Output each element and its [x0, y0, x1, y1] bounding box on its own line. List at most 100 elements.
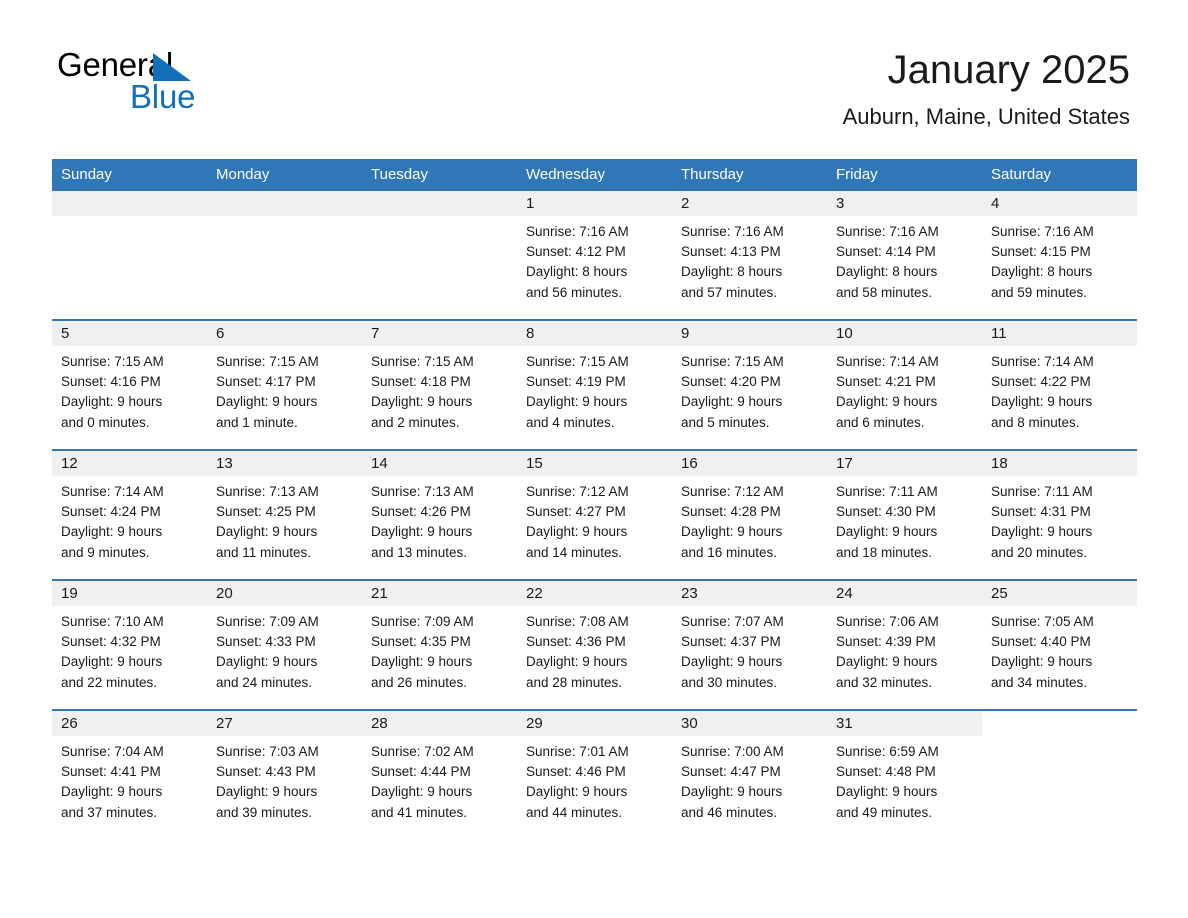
day-daylight-line: Daylight: 9 hours	[216, 654, 318, 670]
day-sunrise-line: Sunrise: 7:06 AM	[836, 614, 939, 629]
day-cell-content: 23 Sunrise: 7:07 AM Sunset: 4:37 PM Dayligh…	[672, 581, 827, 709]
day-daylight-line: Daylight: 9 hours	[61, 394, 163, 410]
day-daylight-line: and 56 minutes.	[526, 284, 623, 300]
calendar-day-cell[interactable]: 5 Sunrise: 7:15 AM Sunset: 4:16 PM Daylight…	[52, 319, 207, 450]
day-daylight-line: and 18 minutes.	[836, 544, 933, 560]
day-sun-info	[982, 736, 1137, 742]
calendar-day-cell[interactable]: 1 Sunrise: 7:16 AM Sunset: 4:12 PM Daylight…	[517, 191, 672, 320]
day-sun-info: Sunrise: 7:00 AM Sunset: 4:47 PM Daylight:…	[672, 736, 827, 823]
day-daylight-line: Daylight: 9 hours	[371, 394, 473, 410]
day-daylight-line: Daylight: 9 hours	[526, 654, 628, 670]
day-sunrise-line: Sunrise: 7:15 AM	[526, 354, 629, 369]
day-daylight-line: and 59 minutes.	[991, 284, 1088, 300]
day-cell-content	[52, 191, 207, 319]
day-daylight-line: and 2 minutes.	[371, 414, 460, 430]
calendar-day-cell[interactable]: 15 Sunrise: 7:12 AM Sunset: 4:27 PM Dayligh…	[517, 449, 672, 580]
day-sunrise-line: Sunrise: 7:03 AM	[216, 744, 319, 759]
calendar-day-cell[interactable]: 18 Sunrise: 7:11 AM Sunset: 4:31 PM Dayligh…	[982, 449, 1137, 580]
calendar-day-cell[interactable]: 4 Sunrise: 7:16 AM Sunset: 4:15 PM Daylight…	[982, 191, 1137, 320]
day-sunset-line: Sunset: 4:18 PM	[371, 374, 471, 390]
calendar-week-row: 19 Sunrise: 7:10 AM Sunset: 4:32 PM Dayligh…	[52, 579, 1137, 710]
day-cell-content: 14 Sunrise: 7:13 AM Sunset: 4:26 PM Dayligh…	[362, 451, 517, 579]
weekday-header-wednesday: Wednesday	[517, 159, 672, 191]
day-daylight-line: and 22 minutes.	[61, 674, 158, 690]
calendar-day-cell[interactable]: 14 Sunrise: 7:13 AM Sunset: 4:26 PM Dayligh…	[362, 449, 517, 580]
weekday-header-friday: Friday	[827, 159, 982, 191]
generalblue-logo: General Blue	[57, 46, 317, 118]
calendar-day-cell[interactable]: 13 Sunrise: 7:13 AM Sunset: 4:25 PM Dayligh…	[207, 449, 362, 580]
weekday-header-monday: Monday	[207, 159, 362, 191]
calendar-day-cell[interactable]: 31 Sunrise: 6:59 AM Sunset: 4:48 PM Dayligh…	[827, 709, 982, 839]
day-daylight-line: Daylight: 9 hours	[371, 784, 473, 800]
day-cell-content	[207, 191, 362, 319]
calendar-week-row: 26 Sunrise: 7:04 AM Sunset: 4:41 PM Dayligh…	[52, 709, 1137, 839]
calendar-day-cell[interactable]: 6 Sunrise: 7:15 AM Sunset: 4:17 PM Daylight…	[207, 319, 362, 450]
page-title: January 2025	[887, 48, 1130, 92]
day-cell-content: 7 Sunrise: 7:15 AM Sunset: 4:18 PM Daylight…	[362, 321, 517, 449]
calendar-day-cell[interactable]: 24 Sunrise: 7:06 AM Sunset: 4:39 PM Dayligh…	[827, 579, 982, 710]
day-daylight-line: Daylight: 9 hours	[991, 394, 1093, 410]
day-number: 6	[207, 321, 362, 346]
day-sunrise-line: Sunrise: 7:05 AM	[991, 614, 1094, 629]
day-sunset-line: Sunset: 4:27 PM	[526, 504, 626, 520]
calendar-day-cell[interactable]: 30 Sunrise: 7:00 AM Sunset: 4:47 PM Dayligh…	[672, 709, 827, 839]
day-sunrise-line: Sunrise: 7:14 AM	[991, 354, 1094, 369]
day-sunrise-line: Sunrise: 7:14 AM	[836, 354, 939, 369]
calendar-day-cell[interactable]: 27 Sunrise: 7:03 AM Sunset: 4:43 PM Dayligh…	[207, 709, 362, 839]
day-sunset-line: Sunset: 4:43 PM	[216, 764, 316, 780]
day-cell-content: 31 Sunrise: 6:59 AM Sunset: 4:48 PM Dayligh…	[827, 711, 982, 839]
day-sun-info: Sunrise: 7:09 AM Sunset: 4:35 PM Daylight:…	[362, 606, 517, 693]
calendar-day-cell[interactable]: 20 Sunrise: 7:09 AM Sunset: 4:33 PM Dayligh…	[207, 579, 362, 710]
day-number: 2	[672, 191, 827, 216]
calendar-day-cell[interactable]: 17 Sunrise: 7:11 AM Sunset: 4:30 PM Dayligh…	[827, 449, 982, 580]
calendar-day-cell[interactable]: 21 Sunrise: 7:09 AM Sunset: 4:35 PM Dayligh…	[362, 579, 517, 710]
calendar-day-cell-empty	[982, 709, 1137, 839]
day-daylight-line: and 13 minutes.	[371, 544, 468, 560]
calendar-day-cell[interactable]: 26 Sunrise: 7:04 AM Sunset: 4:41 PM Dayligh…	[52, 709, 207, 839]
day-sunset-line: Sunset: 4:40 PM	[991, 634, 1091, 650]
day-cell-content: 6 Sunrise: 7:15 AM Sunset: 4:17 PM Daylight…	[207, 321, 362, 449]
day-sunset-line: Sunset: 4:39 PM	[836, 634, 936, 650]
calendar-day-cell[interactable]: 22 Sunrise: 7:08 AM Sunset: 4:36 PM Dayligh…	[517, 579, 672, 710]
day-number: 8	[517, 321, 672, 346]
calendar-week-row: 5 Sunrise: 7:15 AM Sunset: 4:16 PM Daylight…	[52, 319, 1137, 450]
calendar-day-cell[interactable]: 16 Sunrise: 7:12 AM Sunset: 4:28 PM Dayligh…	[672, 449, 827, 580]
day-cell-content: 1 Sunrise: 7:16 AM Sunset: 4:12 PM Daylight…	[517, 191, 672, 319]
day-cell-content: 3 Sunrise: 7:16 AM Sunset: 4:14 PM Daylight…	[827, 191, 982, 319]
day-sunset-line: Sunset: 4:48 PM	[836, 764, 936, 780]
calendar-day-cell[interactable]: 23 Sunrise: 7:07 AM Sunset: 4:37 PM Dayligh…	[672, 579, 827, 710]
day-sunset-line: Sunset: 4:16 PM	[61, 374, 161, 390]
calendar-day-cell[interactable]: 28 Sunrise: 7:02 AM Sunset: 4:44 PM Dayligh…	[362, 709, 517, 839]
day-sunrise-line: Sunrise: 7:15 AM	[681, 354, 784, 369]
calendar-day-cell[interactable]: 12 Sunrise: 7:14 AM Sunset: 4:24 PM Dayligh…	[52, 449, 207, 580]
day-sunset-line: Sunset: 4:19 PM	[526, 374, 626, 390]
calendar-day-cell[interactable]: 19 Sunrise: 7:10 AM Sunset: 4:32 PM Dayligh…	[52, 579, 207, 710]
day-sunrise-line: Sunrise: 7:12 AM	[681, 484, 784, 499]
day-daylight-line: Daylight: 9 hours	[216, 394, 318, 410]
day-sunrise-line: Sunrise: 7:09 AM	[216, 614, 319, 629]
day-daylight-line: and 5 minutes.	[681, 414, 770, 430]
calendar-day-cell[interactable]: 11 Sunrise: 7:14 AM Sunset: 4:22 PM Dayligh…	[982, 319, 1137, 450]
day-sun-info: Sunrise: 7:08 AM Sunset: 4:36 PM Daylight:…	[517, 606, 672, 693]
calendar-day-cell[interactable]: 9 Sunrise: 7:15 AM Sunset: 4:20 PM Daylight…	[672, 319, 827, 450]
calendar-day-cell[interactable]: 25 Sunrise: 7:05 AM Sunset: 4:40 PM Dayligh…	[982, 579, 1137, 710]
calendar-day-cell[interactable]: 3 Sunrise: 7:16 AM Sunset: 4:14 PM Daylight…	[827, 191, 982, 320]
calendar-day-cell[interactable]: 29 Sunrise: 7:01 AM Sunset: 4:46 PM Dayligh…	[517, 709, 672, 839]
calendar-day-cell[interactable]: 7 Sunrise: 7:15 AM Sunset: 4:18 PM Daylight…	[362, 319, 517, 450]
day-daylight-line: Daylight: 9 hours	[836, 524, 938, 540]
day-number: 30	[672, 711, 827, 736]
day-number: 4	[982, 191, 1137, 216]
day-cell-content: 25 Sunrise: 7:05 AM Sunset: 4:40 PM Dayligh…	[982, 581, 1137, 709]
day-daylight-line: Daylight: 9 hours	[526, 524, 628, 540]
day-sunset-line: Sunset: 4:21 PM	[836, 374, 936, 390]
day-daylight-line: Daylight: 9 hours	[61, 654, 163, 670]
day-sun-info: Sunrise: 6:59 AM Sunset: 4:48 PM Daylight:…	[827, 736, 982, 823]
calendar-day-cell[interactable]: 10 Sunrise: 7:14 AM Sunset: 4:21 PM Dayligh…	[827, 319, 982, 450]
calendar-day-cell[interactable]: 2 Sunrise: 7:16 AM Sunset: 4:13 PM Daylight…	[672, 191, 827, 320]
day-daylight-line: and 11 minutes.	[216, 544, 312, 560]
calendar-day-cell[interactable]: 8 Sunrise: 7:15 AM Sunset: 4:19 PM Daylight…	[517, 319, 672, 450]
day-sun-info: Sunrise: 7:14 AM Sunset: 4:21 PM Daylight:…	[827, 346, 982, 433]
day-number: 9	[672, 321, 827, 346]
day-daylight-line: and 16 minutes.	[681, 544, 778, 560]
day-sunset-line: Sunset: 4:36 PM	[526, 634, 626, 650]
